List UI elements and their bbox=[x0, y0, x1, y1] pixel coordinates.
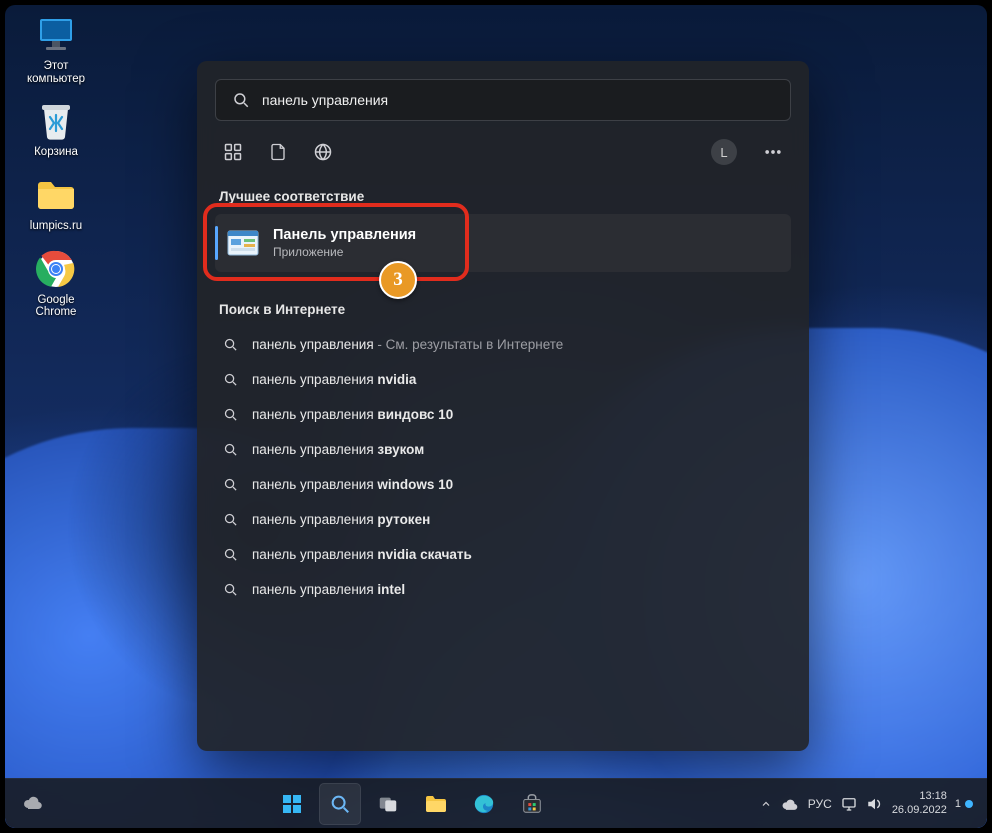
notification-dot-icon bbox=[965, 800, 973, 808]
best-match-control-panel[interactable]: Панель управления Приложение bbox=[215, 214, 791, 272]
desktop-icon-label: lumpics.ru bbox=[30, 220, 82, 233]
filter-apps-icon[interactable] bbox=[223, 142, 243, 162]
search-icon bbox=[223, 372, 238, 387]
search-suggestion-text: панель управления windows 10 bbox=[252, 477, 453, 492]
desktop-icon-folder[interactable]: lumpics.ru bbox=[17, 173, 95, 233]
search-input[interactable] bbox=[262, 92, 774, 108]
search-suggestion[interactable]: панель управления рутокен bbox=[215, 502, 791, 537]
best-match-title: Панель управления bbox=[273, 227, 416, 243]
best-match-heading: Лучшее соответствие bbox=[219, 189, 787, 204]
search-suggestion[interactable]: панель управления nvidia скачать bbox=[215, 537, 791, 572]
recycle-bin-icon bbox=[34, 99, 78, 143]
search-suggestion-text: панель управления nvidia bbox=[252, 372, 416, 387]
search-taskbar-button[interactable] bbox=[319, 783, 361, 825]
desktop-icon-label: Google Chrome bbox=[36, 294, 77, 319]
file-explorer-button[interactable] bbox=[415, 783, 457, 825]
search-suggestion-text: панель управления - См. результаты в Инт… bbox=[252, 337, 563, 352]
search-icon bbox=[223, 442, 238, 457]
search-suggestion[interactable]: панель управления - См. результаты в Инт… bbox=[215, 327, 791, 362]
search-suggestion-text: панель управления nvidia скачать bbox=[252, 547, 472, 562]
search-suggestion[interactable]: панель управления windows 10 bbox=[215, 467, 791, 502]
best-match-subtitle: Приложение bbox=[273, 245, 416, 259]
search-icon bbox=[223, 547, 238, 562]
filter-documents-icon[interactable] bbox=[269, 142, 287, 162]
tray-overflow-button[interactable] bbox=[760, 798, 772, 810]
more-options-button[interactable] bbox=[763, 142, 783, 162]
search-suggestion-text: панель управления intel bbox=[252, 582, 405, 597]
desktop-icon-this-pc[interactable]: Этот компьютер bbox=[17, 13, 95, 85]
monitor-icon bbox=[34, 13, 78, 57]
language-indicator[interactable]: РУС bbox=[808, 797, 832, 811]
taskbar: РУС 13:18 26.09.2022 1 bbox=[5, 778, 987, 828]
desktop: Этот компьютер Корзина lumpics.ru Google… bbox=[5, 5, 987, 828]
weather-widget-icon[interactable] bbox=[21, 792, 45, 816]
search-suggestions-list: панель управления - См. результаты в Инт… bbox=[215, 327, 791, 607]
selection-indicator bbox=[215, 226, 218, 260]
user-avatar[interactable]: L bbox=[711, 139, 737, 165]
desktop-icon-label: Этот компьютер bbox=[27, 60, 85, 85]
search-icon bbox=[223, 512, 238, 527]
search-icon bbox=[223, 582, 238, 597]
volume-tray-icon[interactable] bbox=[866, 796, 884, 812]
search-suggestion[interactable]: панель управления звуком bbox=[215, 432, 791, 467]
desktop-icon-label: Корзина bbox=[34, 146, 78, 159]
search-suggestion[interactable]: панель управления виндовс 10 bbox=[215, 397, 791, 432]
notifications-button[interactable]: 1 bbox=[955, 798, 973, 810]
filter-web-icon[interactable] bbox=[313, 142, 333, 162]
task-view-button[interactable] bbox=[367, 783, 409, 825]
web-search-heading: Поиск в Интернете bbox=[219, 302, 787, 317]
desktop-icon-chrome[interactable]: Google Chrome bbox=[17, 247, 95, 319]
search-filters: L bbox=[215, 121, 791, 171]
chrome-icon bbox=[34, 247, 78, 291]
search-box[interactable] bbox=[215, 79, 791, 121]
folder-icon bbox=[34, 173, 78, 217]
network-tray-icon[interactable] bbox=[840, 796, 858, 812]
search-suggestion[interactable]: панель управления nvidia bbox=[215, 362, 791, 397]
search-icon bbox=[223, 477, 238, 492]
search-suggestion-text: панель управления рутокен bbox=[252, 512, 430, 527]
taskbar-clock[interactable]: 13:18 26.09.2022 bbox=[892, 790, 947, 816]
search-suggestion[interactable]: панель управления intel bbox=[215, 572, 791, 607]
search-icon bbox=[223, 337, 238, 352]
control-panel-icon bbox=[227, 229, 259, 257]
clock-date: 26.09.2022 bbox=[892, 804, 947, 817]
search-icon bbox=[232, 91, 250, 109]
clock-time: 13:18 bbox=[892, 790, 947, 803]
start-search-panel: L Лучшее соответствие Панель управления … bbox=[197, 61, 809, 751]
search-suggestion-text: панель управления виндовс 10 bbox=[252, 407, 453, 422]
search-suggestion-text: панель управления звуком bbox=[252, 442, 424, 457]
taskbar-center bbox=[65, 783, 760, 825]
desktop-icons: Этот компьютер Корзина lumpics.ru Google… bbox=[17, 13, 95, 319]
edge-browser-button[interactable] bbox=[463, 783, 505, 825]
microsoft-store-button[interactable] bbox=[511, 783, 553, 825]
onedrive-tray-icon[interactable] bbox=[780, 797, 800, 811]
start-button[interactable] bbox=[271, 783, 313, 825]
desktop-icon-recycle-bin[interactable]: Корзина bbox=[17, 99, 95, 159]
system-tray: РУС 13:18 26.09.2022 1 bbox=[760, 790, 987, 816]
search-icon bbox=[223, 407, 238, 422]
